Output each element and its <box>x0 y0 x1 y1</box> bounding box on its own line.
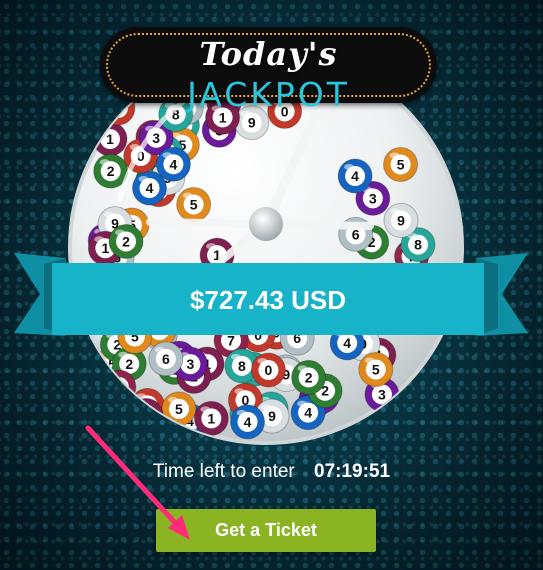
pointer-arrow-icon <box>85 425 190 540</box>
